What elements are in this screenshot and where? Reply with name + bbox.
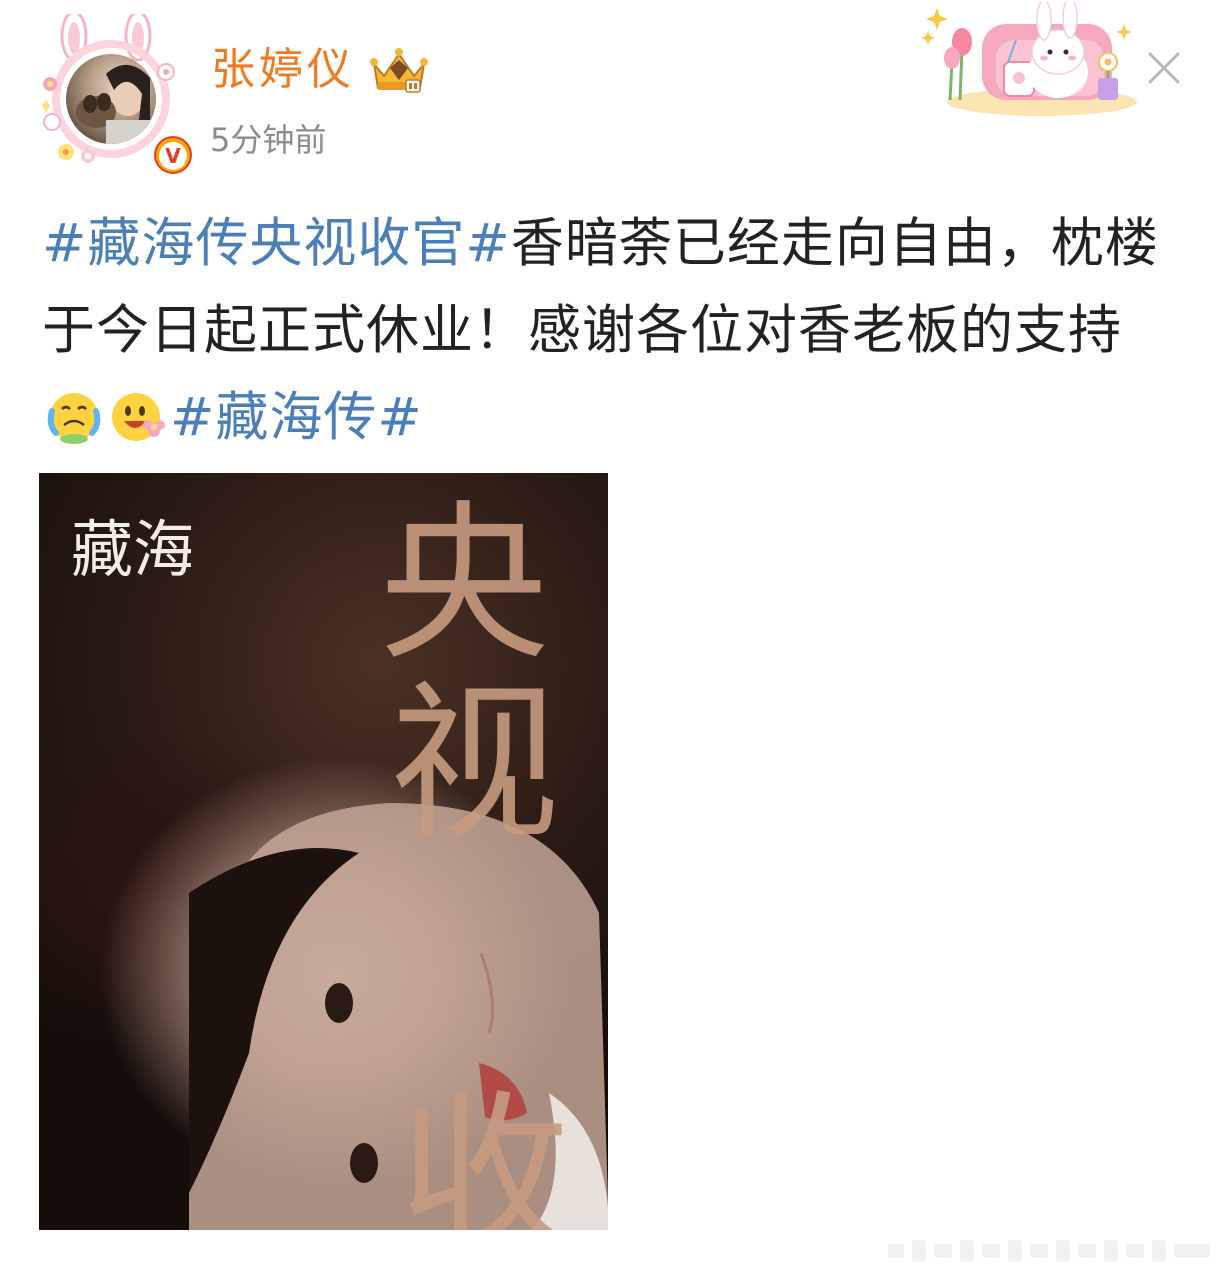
svg-text:视: 视 bbox=[389, 666, 559, 864]
avatar-container[interactable]: V bbox=[30, 14, 196, 178]
svg-text:央: 央 bbox=[379, 493, 549, 684]
avatar-person-icon bbox=[76, 64, 156, 144]
hashtag-link[interactable]: #藏海传# bbox=[170, 387, 423, 448]
poster-calligraphy: 央 视 收 bbox=[379, 493, 569, 1230]
crying-emoji-icon bbox=[47, 393, 101, 444]
flower-smile-emoji-icon bbox=[112, 393, 165, 441]
verified-v-icon: V bbox=[150, 132, 196, 178]
crown-icon[interactable] bbox=[368, 46, 430, 96]
watermark-icon bbox=[888, 1240, 1210, 1262]
post-timestamp: 5分钟前 bbox=[210, 121, 327, 159]
avatar-photo bbox=[66, 54, 156, 144]
hashtag-link[interactable]: #藏海传央视收官# bbox=[42, 213, 511, 274]
close-icon[interactable] bbox=[1144, 48, 1184, 88]
svg-text:收: 收 bbox=[399, 1076, 569, 1230]
poster-logo-char: 藏海传 bbox=[71, 513, 191, 586]
post-body: #藏海传央视收官#香暗荼已经走向自由，枕楼于今日起正式休业！感谢各位对香老板的支… bbox=[42, 200, 1182, 461]
username[interactable]: 张婷仪 bbox=[211, 40, 355, 100]
post-image[interactable]: 藏海传 央 视 收 bbox=[39, 473, 608, 1230]
bunny-tea-sticker-icon bbox=[921, 2, 1137, 116]
poster-logo: 藏海传 bbox=[71, 513, 191, 586]
